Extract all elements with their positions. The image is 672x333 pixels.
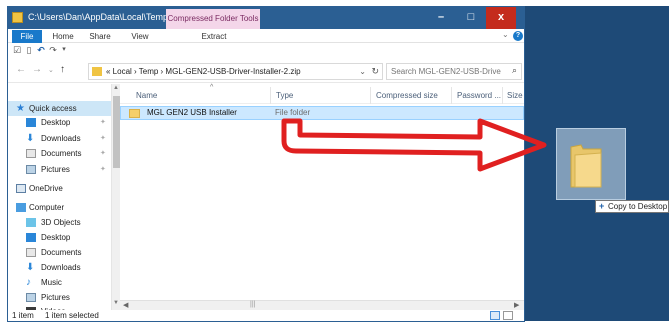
tab-extract[interactable]: Extract xyxy=(194,30,234,43)
navigation-pane: ★ Quick access Desktop ✦ ⬇ Downloads ✦ D… xyxy=(8,84,120,316)
scroll-down-icon[interactable]: ▼ xyxy=(113,300,119,306)
pin-icon[interactable]: ✦ xyxy=(100,162,106,177)
address-row: ← → ⌄ ↑ « Local › Temp › MGL-GEN2-USB-Dr… xyxy=(8,59,524,83)
pictures-icon xyxy=(26,165,36,174)
breadcrumb[interactable]: « Local › Temp › MGL-GEN2-USB-Driver-Ins… xyxy=(106,67,301,76)
forward-arrow-icon[interactable]: → xyxy=(32,64,42,75)
minimize-button[interactable]: – xyxy=(426,7,456,29)
details-view-icon[interactable] xyxy=(490,311,500,320)
search-input[interactable] xyxy=(391,65,501,78)
download-icon: ⬇ xyxy=(26,262,35,273)
nav-item-desktop[interactable]: Desktop ✦ xyxy=(8,115,111,130)
column-divider[interactable] xyxy=(502,87,503,104)
redo-icon[interactable]: ↷ xyxy=(48,45,58,55)
nav-item-3d-objects[interactable]: 3D Objects xyxy=(8,215,111,230)
close-button[interactable]: x xyxy=(486,7,516,29)
screen-border-left xyxy=(0,0,7,333)
drag-preview xyxy=(556,128,626,200)
maximize-button[interactable]: □ xyxy=(456,7,486,29)
tooltip-label: Copy to Desktop xyxy=(608,202,668,211)
up-arrow-icon[interactable]: ↑ xyxy=(60,64,65,75)
ribbon-expand-chevron-icon[interactable]: ⌄ xyxy=(502,30,509,39)
nav-item-music[interactable]: ♪ Music xyxy=(8,275,111,290)
scroll-left-icon[interactable]: ◀ xyxy=(123,301,128,309)
scroll-right-icon[interactable]: ▶ xyxy=(514,301,519,309)
pin-icon[interactable]: ✦ xyxy=(100,131,106,146)
undo-icon[interactable]: ↶ xyxy=(36,45,46,55)
documents-icon xyxy=(26,248,36,257)
plus-icon: + xyxy=(599,201,605,211)
scrollbar-grip-icon[interactable]: ||| xyxy=(250,301,255,308)
column-type[interactable]: Type xyxy=(276,91,293,100)
tab-home[interactable]: Home xyxy=(48,30,78,43)
address-dropdown-icon[interactable]: ⌄ xyxy=(359,67,366,76)
3d-objects-icon xyxy=(26,218,36,227)
folder-app-icon xyxy=(12,12,23,23)
folder-icon xyxy=(129,109,140,118)
pin-icon[interactable]: ✦ xyxy=(100,115,106,130)
star-icon: ★ xyxy=(16,103,25,114)
column-headers: ^ Name Type Compressed size Password ...… xyxy=(120,84,524,104)
tab-view[interactable]: View xyxy=(126,30,154,43)
column-size[interactable]: Size xyxy=(507,91,523,100)
nav-item-pictures[interactable]: Pictures ✦ xyxy=(8,162,111,177)
status-bar: 1 item 1 item selected xyxy=(8,310,524,321)
music-icon: ♪ xyxy=(26,277,31,288)
item-count: 1 item xyxy=(12,311,34,320)
compressed-folder-tools-tab[interactable]: Compressed Folder Tools xyxy=(166,9,260,29)
column-divider[interactable] xyxy=(270,87,271,104)
onedrive-icon xyxy=(16,184,26,193)
red-arrow-annotation xyxy=(281,118,547,172)
nav-item-desktop-pc[interactable]: Desktop xyxy=(8,230,111,245)
nav-item-computer[interactable]: Computer xyxy=(8,200,111,215)
search-box[interactable]: ⌕ xyxy=(386,63,522,80)
nav-item-downloads-pc[interactable]: ⬇ Downloads xyxy=(8,260,111,275)
desktop-icon xyxy=(26,233,36,242)
column-name[interactable]: Name xyxy=(136,91,157,100)
customize-toolbar-icon[interactable]: ▾ xyxy=(59,45,69,55)
copy-to-desktop-tooltip: + Copy to Desktop xyxy=(595,200,669,213)
tab-file[interactable]: File xyxy=(12,30,42,43)
scroll-up-icon[interactable]: ▲ xyxy=(113,85,119,91)
download-icon: ⬇ xyxy=(26,133,35,144)
search-icon[interactable]: ⌕ xyxy=(512,65,517,76)
column-divider[interactable] xyxy=(451,87,452,104)
nav-item-downloads[interactable]: ⬇ Downloads ✦ xyxy=(8,131,111,146)
nav-scrollbar[interactable]: ▲ ▼ xyxy=(111,84,120,310)
large-icons-view-icon[interactable] xyxy=(503,311,513,320)
horizontal-scrollbar[interactable]: ◀ ||| ▶ xyxy=(120,300,524,310)
sort-up-icon: ^ xyxy=(210,84,214,91)
new-folder-icon[interactable]: ▯ xyxy=(24,45,34,55)
pin-icon[interactable]: ✦ xyxy=(100,146,106,161)
zip-folder-icon xyxy=(92,67,102,76)
title-bar[interactable]: C:\Users\Dan\AppData\Local\Temp... Compr… xyxy=(8,7,524,29)
column-divider[interactable] xyxy=(370,87,371,104)
quick-access-toolbar: ☑ ▯ ↶ ↷ ▾ xyxy=(8,43,524,59)
window-title: C:\Users\Dan\AppData\Local\Temp... xyxy=(28,12,176,22)
address-bar[interactable]: « Local › Temp › MGL-GEN2-USB-Driver-Ins… xyxy=(88,63,383,80)
file-name: MGL GEN2 USB Installer xyxy=(147,108,237,117)
nav-item-documents[interactable]: Documents ✦ xyxy=(8,146,111,161)
column-compressed-size[interactable]: Compressed size xyxy=(376,91,438,100)
back-arrow-icon[interactable]: ← xyxy=(16,64,26,75)
desktop-icon xyxy=(26,118,36,127)
recent-locations-icon[interactable]: ⌄ xyxy=(48,66,54,74)
refresh-icon[interactable]: ↻ xyxy=(371,66,379,77)
ribbon-tabs: File Home Share View Extract ⌄ ? xyxy=(8,29,524,43)
nav-item-pictures-pc[interactable]: Pictures xyxy=(8,290,111,305)
nav-item-onedrive[interactable]: OneDrive xyxy=(8,181,111,196)
computer-icon xyxy=(16,203,26,212)
scrollbar-thumb[interactable] xyxy=(113,96,120,168)
help-icon[interactable]: ? xyxy=(513,31,523,41)
nav-item-quick-access[interactable]: ★ Quick access xyxy=(8,101,111,116)
properties-icon[interactable]: ☑ xyxy=(12,45,22,55)
tab-share[interactable]: Share xyxy=(86,30,114,43)
documents-icon xyxy=(26,149,36,158)
folder-icon xyxy=(570,144,602,188)
nav-item-documents-pc[interactable]: Documents xyxy=(8,245,111,260)
pictures-icon xyxy=(26,293,36,302)
column-password[interactable]: Password ... xyxy=(457,91,501,100)
selection-count: 1 item selected xyxy=(45,311,99,320)
